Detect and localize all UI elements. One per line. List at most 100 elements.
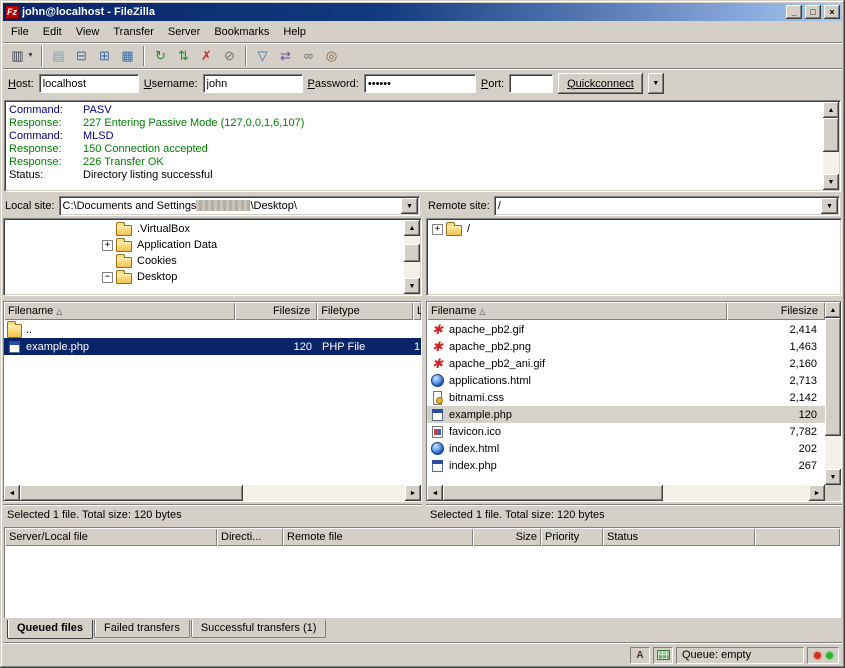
remote-vertical-scrollbar[interactable]: ▲ ▼ [825,302,841,485]
scroll-right-icon[interactable]: ► [809,485,825,501]
toggle-message-log-icon[interactable]: ▤ [47,45,70,67]
menu-item[interactable]: View [69,23,107,41]
queue-tab[interactable]: Failed transfers [94,620,190,638]
dropdown-icon[interactable]: ▼ [401,198,418,214]
compare-icon[interactable]: ⇄ [274,45,297,67]
column-header[interactable]: Remote file [283,528,473,546]
column-header[interactable]: Filesize [727,302,825,320]
file-row[interactable]: apache_pb2.png 1,463 [427,338,825,355]
toggle-local-tree-icon[interactable]: ⊟ [70,45,93,67]
tree-expander-icon[interactable]: + [102,240,113,251]
column-header[interactable] [755,528,840,546]
file-row[interactable]: apache_pb2.gif 2,414 [427,321,825,338]
keypad-indicator-icon[interactable] [653,647,673,664]
username-input[interactable] [203,74,303,93]
sync-browse-icon[interactable]: ∞ [297,45,320,67]
scrollbar-thumb[interactable] [823,118,839,152]
column-header[interactable]: Filename△ [427,302,727,320]
local-site-combo[interactable]: C:\Documents and Settings\Desktop\ ▼ [59,196,420,216]
scroll-left-icon[interactable]: ◄ [4,485,20,501]
file-row[interactable]: example.php 120 [427,406,825,423]
queue-tab[interactable]: Successful transfers (1) [191,620,327,638]
scrollbar-thumb[interactable] [20,485,243,501]
scrollbar-thumb[interactable] [825,318,841,436]
log-scrollbar[interactable]: ▲ ▼ [823,102,839,190]
column-header[interactable]: Size [473,528,541,546]
column-header[interactable]: Filetype [317,302,413,320]
column-header[interactable]: Server/Local file [5,528,217,546]
menu-item[interactable]: File [4,23,36,41]
refresh-icon[interactable]: ↻ [149,45,172,67]
toggle-remote-tree-icon[interactable]: ⊞ [93,45,116,67]
remote-site-combo[interactable]: / ▼ [494,196,840,216]
menu-item[interactable]: Server [161,23,207,41]
scrollbar-track[interactable] [443,485,809,501]
queue-list[interactable] [5,546,840,617]
scroll-up-icon[interactable]: ▲ [823,102,839,118]
scrollbar-track[interactable] [20,485,405,501]
transfer-type-indicator-icon[interactable]: A [630,647,650,664]
tree-expander-icon[interactable] [102,224,113,235]
port-input[interactable] [509,74,553,93]
scrollbar-track[interactable] [823,118,839,174]
scroll-down-icon[interactable]: ▼ [823,174,839,190]
find-icon[interactable]: ◎ [320,45,343,67]
file-row[interactable]: applications.html 2,713 [427,372,825,389]
scrollbar-thumb[interactable] [404,244,420,262]
host-input[interactable] [39,74,139,93]
scroll-left-icon[interactable]: ◄ [427,485,443,501]
local-horizontal-scrollbar[interactable]: ◄ ► [4,485,421,501]
scroll-right-icon[interactable]: ► [405,485,421,501]
tree-item[interactable]: − Desktop [102,269,403,285]
column-header[interactable]: Priority [541,528,603,546]
disconnect-icon[interactable]: ⊘ [218,45,241,67]
column-header[interactable]: Directi... [217,528,283,546]
site-manager-dropdown-icon[interactable]: ▼ [24,45,37,67]
tree-item[interactable]: + / [432,221,823,237]
scrollbar-track[interactable] [825,318,841,469]
column-header[interactable]: Status [603,528,755,546]
menu-item[interactable]: Transfer [106,23,161,41]
password-input[interactable] [364,74,476,93]
quickconnect-button[interactable]: Quickconnect [558,73,643,94]
tree-item[interactable]: + Application Data [102,237,403,253]
tree-expander-icon[interactable] [102,256,113,267]
file-row[interactable]: example.php 120 PHP File 1 [4,338,421,355]
tree-expander-icon[interactable]: + [432,224,443,235]
file-row[interactable]: favicon.ico 7,782 [427,423,825,440]
quickconnect-dropdown-icon[interactable]: ▼ [648,73,664,94]
remote-horizontal-scrollbar[interactable]: ◄ ► [427,485,825,501]
process-queue-icon[interactable]: ⇅ [172,45,195,67]
scroll-down-icon[interactable]: ▼ [404,278,420,294]
dropdown-icon[interactable]: ▼ [821,198,838,214]
menu-item[interactable]: Edit [36,23,69,41]
port-label: Port: [481,78,504,90]
scrollbar-thumb[interactable] [443,485,663,501]
image-file-icon [430,340,445,354]
cancel-icon[interactable]: ✗ [195,45,218,67]
scrollbar-track[interactable] [404,236,420,278]
scroll-down-icon[interactable]: ▼ [825,469,841,485]
close-button[interactable]: × [824,5,840,19]
menu-item[interactable]: Help [276,23,313,41]
tree-item[interactable]: .VirtualBox [102,221,403,237]
file-row[interactable]: index.php 267 [427,457,825,474]
file-row[interactable]: index.html 202 [427,440,825,457]
scroll-up-icon[interactable]: ▲ [404,220,420,236]
local-tree-scrollbar[interactable]: ▲ ▼ [404,220,420,294]
column-header[interactable]: Filename△ [4,302,235,320]
toggle-queue-icon[interactable]: ▦ [116,45,139,67]
maximize-button[interactable]: □ [805,5,821,19]
file-row[interactable]: .. [4,321,421,338]
file-row[interactable]: apache_pb2_ani.gif 2,160 [427,355,825,372]
queue-tab[interactable]: Queued files [7,620,93,639]
menu-item[interactable]: Bookmarks [207,23,276,41]
minimize-button[interactable]: _ [786,5,802,19]
tree-item[interactable]: Cookies [102,253,403,269]
column-header[interactable]: Filesize [235,302,317,320]
tree-expander-icon[interactable]: − [102,272,113,283]
file-row[interactable]: bitnami.css 2,142 [427,389,825,406]
scroll-up-icon[interactable]: ▲ [825,302,841,318]
column-header[interactable]: L [413,302,421,320]
filter-icon[interactable]: ▽ [251,45,274,67]
